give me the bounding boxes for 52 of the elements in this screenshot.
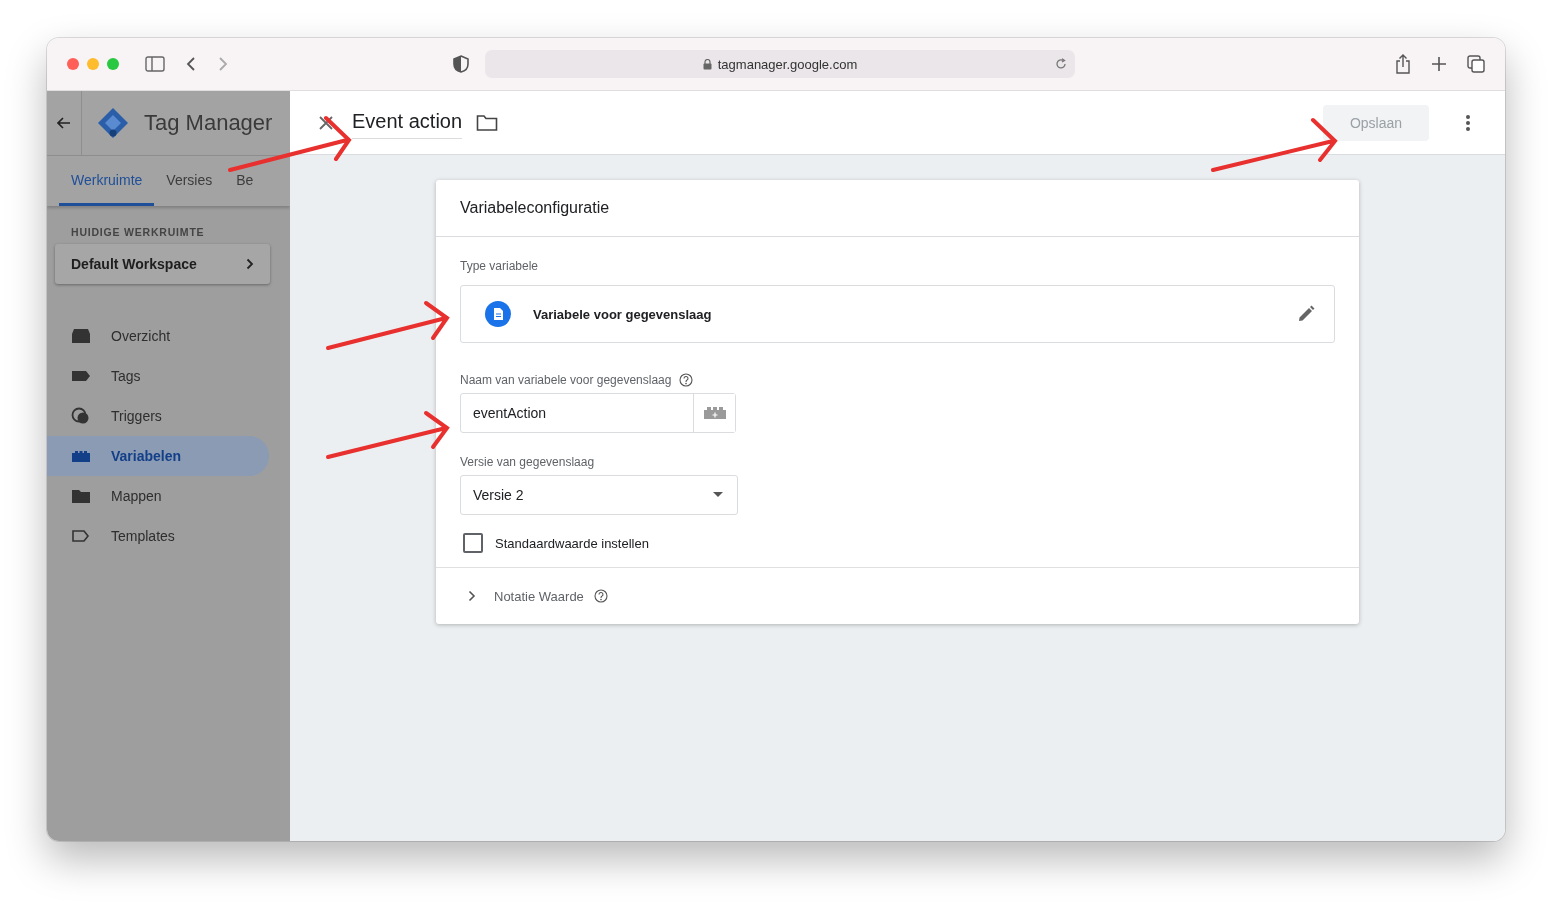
- sidebar-item[interactable]: Tags: [47, 356, 269, 396]
- share-icon[interactable]: [1395, 54, 1411, 74]
- help-icon[interactable]: [679, 373, 694, 387]
- version-dropdown[interactable]: Versie 2: [460, 475, 738, 515]
- sidebar-item[interactable]: Overzicht: [47, 316, 269, 356]
- sidebar-item[interactable]: Templates: [47, 516, 269, 556]
- sidebar-icon[interactable]: [145, 56, 165, 72]
- dropdown-caret-icon: [713, 492, 723, 498]
- section-heading: HUIDIGE WERKRUIMTE: [70, 226, 206, 238]
- card-title: Variabeleconfiguratie: [436, 180, 1359, 237]
- triggers-icon: [71, 406, 91, 426]
- field-label: Naam van variabele voor gegevenslaag: [460, 373, 672, 387]
- edit-pencil-icon[interactable]: [1296, 304, 1316, 324]
- checkbox[interactable]: [463, 533, 483, 553]
- variable-name-field[interactable]: Event action: [352, 106, 463, 139]
- document-icon: [485, 301, 511, 327]
- nav-tab[interactable]: Be: [224, 156, 266, 206]
- app-title: Tag Manager: [144, 110, 273, 136]
- nav-tab[interactable]: Werkruimte: [59, 156, 155, 206]
- field-label: Type variabele: [460, 259, 540, 273]
- folder-icon[interactable]: [476, 113, 499, 132]
- field-label: Versie van gegevenslaag: [460, 455, 596, 469]
- tabs-overview-icon[interactable]: [1467, 55, 1485, 73]
- sidebar-item[interactable]: Mappen: [47, 476, 269, 516]
- close-window-button[interactable]: [67, 58, 79, 70]
- url-text: tagmanager.google.com: [717, 56, 858, 72]
- template-icon: [71, 529, 91, 543]
- folder-icon: [71, 488, 91, 504]
- variable-type-selector[interactable]: Variabele voor gegevenslaag: [460, 285, 1335, 343]
- sidebar-item[interactable]: Variabelen: [47, 436, 269, 476]
- back-icon[interactable]: [185, 56, 197, 72]
- chevron-right-icon[interactable]: [468, 590, 476, 602]
- section-toggle[interactable]: Notatie Waarde: [494, 588, 584, 604]
- workspace-selector[interactable]: Default Workspace: [55, 244, 270, 284]
- reload-icon[interactable]: [1055, 58, 1067, 70]
- tag-icon: [71, 368, 91, 384]
- variable-type: Variabele voor gegevenslaag: [533, 306, 712, 322]
- more-options-icon[interactable]: [1465, 113, 1471, 132]
- shield-icon[interactable]: [453, 55, 469, 73]
- new-tab-icon[interactable]: [1431, 56, 1447, 72]
- sidebar-item[interactable]: Triggers: [47, 396, 269, 436]
- checkbox-label: Standaardwaarde instellen: [495, 535, 649, 551]
- address-bar[interactable]: tagmanager.google.com: [485, 50, 1075, 78]
- lock-icon: [702, 58, 712, 70]
- back-arrow-icon[interactable]: [57, 117, 71, 129]
- overview-icon: [71, 328, 91, 344]
- variables-icon: [71, 449, 91, 463]
- help-icon[interactable]: [593, 589, 608, 603]
- tag-manager-logo-icon: [96, 106, 130, 140]
- chevron-right-icon: [246, 258, 254, 270]
- close-icon[interactable]: [318, 114, 334, 131]
- nav-tab[interactable]: Versies: [154, 156, 225, 206]
